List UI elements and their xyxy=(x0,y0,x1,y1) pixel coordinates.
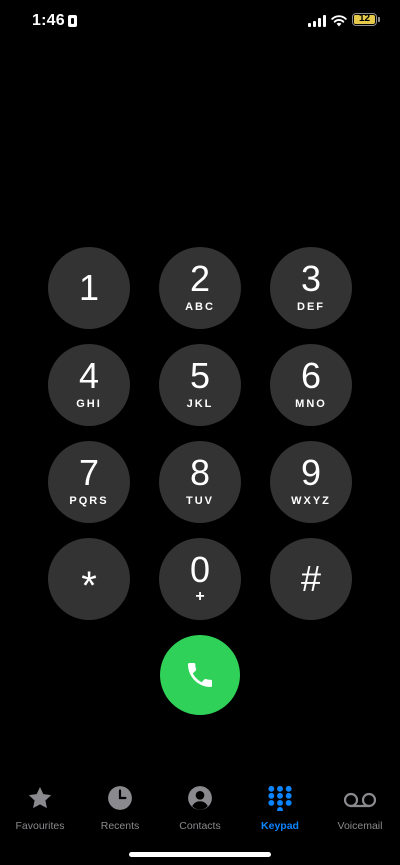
key-hash[interactable]: # xyxy=(270,538,352,620)
wifi-icon xyxy=(331,15,347,27)
key-digit: 6 xyxy=(300,355,322,396)
tab-label: Contacts xyxy=(179,820,221,832)
key-7[interactable]: 7 PQRS xyxy=(48,441,130,523)
sim-card-icon xyxy=(68,15,77,27)
key-digit: 1 xyxy=(78,267,100,308)
key-digit: 5 xyxy=(189,355,211,396)
voicemail-icon xyxy=(343,792,377,808)
key-digit: 2 xyxy=(189,258,211,299)
key-letters: DEF xyxy=(297,301,325,313)
cellular-signal-icon xyxy=(308,15,326,27)
key-2[interactable]: 2 ABC xyxy=(159,247,241,329)
tab-label: Voicemail xyxy=(337,820,383,832)
tab-keypad[interactable]: Keypad xyxy=(240,785,320,832)
key-digit: 9 xyxy=(300,452,322,493)
person-circle-icon xyxy=(188,786,212,810)
key-letters: TUV xyxy=(186,495,214,507)
tab-voicemail[interactable]: Voicemail xyxy=(320,785,400,832)
tab-label: Recents xyxy=(100,820,140,832)
key-8[interactable]: 8 TUV xyxy=(159,441,241,523)
home-indicator[interactable] xyxy=(129,852,271,857)
key-digit: 0 xyxy=(189,549,211,590)
tab-bar: Favourites Recents Contacts Keypad Voice… xyxy=(0,785,400,845)
key-letters: PQRS xyxy=(69,495,109,507)
battery-level: 12 xyxy=(358,13,371,24)
key-letters: ABC xyxy=(185,301,215,313)
key-digit: 7 xyxy=(78,452,100,493)
key-digit: # xyxy=(300,558,322,599)
key-letters: GHI xyxy=(76,398,102,410)
status-bar: 1:46 12 xyxy=(0,0,400,44)
clock-icon xyxy=(108,786,132,810)
tab-label: Favourites xyxy=(15,820,65,832)
tab-favourites[interactable]: Favourites xyxy=(0,785,80,832)
tab-contacts[interactable]: Contacts xyxy=(160,785,240,832)
battery-icon: 12 xyxy=(352,13,377,26)
battery-cap xyxy=(378,17,380,22)
key-digit: 8 xyxy=(189,452,211,493)
keypad-grid-icon xyxy=(268,785,292,811)
key-letters: MNO xyxy=(295,398,327,410)
key-6[interactable]: 6 MNO xyxy=(270,344,352,426)
tab-label: Keypad xyxy=(261,820,299,832)
key-4[interactable]: 4 GHI xyxy=(48,344,130,426)
key-5[interactable]: 5 JKL xyxy=(159,344,241,426)
key-digit: 3 xyxy=(300,258,322,299)
key-3[interactable]: 3 DEF xyxy=(270,247,352,329)
call-button[interactable] xyxy=(160,635,240,715)
key-letters: WXYZ xyxy=(291,495,331,507)
key-1[interactable]: 1 xyxy=(48,247,130,329)
key-0[interactable]: 0 + xyxy=(159,538,241,620)
star-icon xyxy=(28,786,52,809)
key-letters: + xyxy=(195,588,205,605)
key-letters: JKL xyxy=(186,398,214,410)
tab-recents[interactable]: Recents xyxy=(80,785,160,832)
key-digit: 4 xyxy=(78,355,100,396)
key-9[interactable]: 9 WXYZ xyxy=(270,441,352,523)
status-time: 1:46 xyxy=(32,12,65,29)
key-digit: * xyxy=(81,564,97,608)
phone-icon xyxy=(188,663,212,687)
key-star[interactable]: * xyxy=(48,538,130,620)
